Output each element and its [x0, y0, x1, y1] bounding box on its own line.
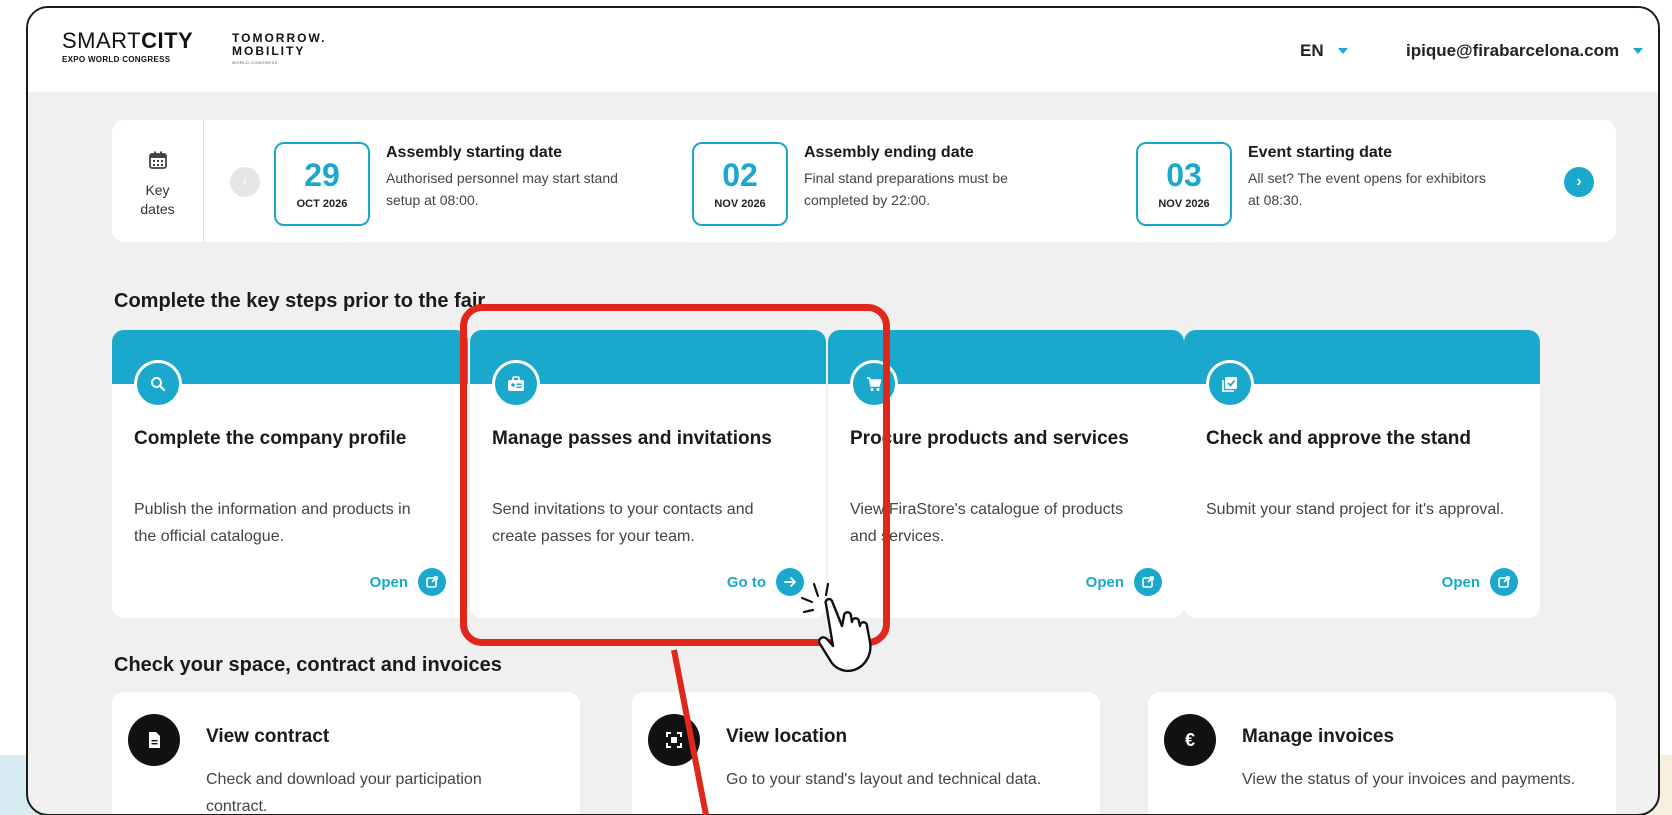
badge-icon: [492, 360, 540, 408]
manage-invoices-card[interactable]: € Manage invoices View the status of you…: [1148, 692, 1616, 814]
top-header: SMARTCITY EXPO WORLD CONGRESS TOMORROW. …: [28, 8, 1658, 92]
action-label: Go to: [726, 573, 766, 591]
user-menu[interactable]: ipique@firabarcelona.com: [1406, 41, 1644, 61]
chevron-right-icon: ›: [1576, 173, 1582, 190]
logo2-subtitle: WORLD CONGRESS: [232, 60, 278, 65]
space-card-description: Check and download your participation co…: [206, 771, 482, 815]
space-card-title: View contract: [206, 726, 330, 747]
date-badge: 03 NOV 2026: [1136, 142, 1232, 226]
card-title: Manage passes and invitations: [492, 428, 772, 449]
space-card-title: View location: [726, 726, 848, 747]
date-title: Assembly starting date: [386, 144, 563, 161]
chevron-left-icon: ‹: [242, 173, 248, 190]
key-date-item: 02 NOV 2026 Assembly ending date Final s…: [692, 142, 1072, 226]
view-contract-card[interactable]: View contract Check and download your pa…: [112, 692, 580, 815]
cart-icon: [850, 360, 898, 408]
date-day: 29: [304, 157, 340, 193]
open-button[interactable]: Open: [370, 568, 446, 596]
action-label: Open: [1085, 573, 1124, 591]
key-dates-label: Key dates: [112, 120, 204, 242]
logo2-line2: MOBILITY: [232, 44, 306, 58]
date-title: Event starting date: [1248, 144, 1393, 161]
step-card-company-profile[interactable]: Complete the company profile Publish the…: [112, 330, 468, 618]
key-dates-carousel: Key dates ‹ 29 OCT 2026 Assembly startin…: [112, 120, 1616, 242]
open-button[interactable]: Open: [1442, 568, 1518, 596]
checklist-icon: [1206, 360, 1254, 408]
date-description: Authorised personnel may start stand set…: [386, 170, 618, 208]
carousel-prev-button[interactable]: ‹: [230, 167, 260, 197]
document-icon: [128, 714, 180, 766]
key-dates-label-line1: Key: [145, 182, 170, 198]
language-selector[interactable]: EN: [1300, 41, 1348, 61]
open-button[interactable]: Open: [1086, 568, 1162, 596]
steps-heading: Complete the key steps prior to the fair: [114, 290, 486, 312]
view-location-card[interactable]: View location Go to your stand's layout …: [632, 692, 1100, 814]
card-title: Procure products and services: [850, 428, 1129, 449]
date-title: Assembly ending date: [804, 144, 974, 161]
carousel-next-button[interactable]: ›: [1564, 167, 1594, 197]
action-label: Open: [369, 573, 408, 591]
card-description: Publish the information and products in …: [134, 501, 411, 545]
card-title: Complete the company profile: [134, 428, 407, 449]
step-card-approve-stand[interactable]: Check and approve the stand Submit your …: [1184, 330, 1540, 618]
date-day: 03: [1166, 157, 1202, 193]
language-label: EN: [1300, 41, 1324, 60]
chevron-down-icon: [1337, 48, 1348, 54]
go-to-button[interactable]: Go to: [727, 568, 804, 596]
external-link-icon: [418, 568, 446, 596]
key-dates-label-line2: dates: [140, 201, 175, 217]
date-month: OCT 2026: [296, 198, 348, 210]
arrow-right-icon: [776, 568, 804, 596]
card-description: View FiraStore's catalogue of products a…: [850, 501, 1124, 545]
logo-text-bold: CITY: [141, 28, 194, 53]
date-month: NOV 2026: [1158, 198, 1210, 210]
external-link-icon: [1134, 568, 1162, 596]
user-email: ipique@firabarcelona.com: [1406, 41, 1620, 60]
date-description: All set? The event opens for exhibitors …: [1248, 170, 1486, 208]
external-link-icon: [1490, 568, 1518, 596]
search-icon: [134, 360, 182, 408]
space-card-title: Manage invoices: [1242, 726, 1395, 747]
date-badge: 29 OCT 2026: [274, 142, 370, 226]
location-frame-icon: [648, 714, 700, 766]
key-date-item: 29 OCT 2026 Assembly starting date Autho…: [274, 142, 654, 226]
space-heading: Check your space, contract and invoices: [114, 654, 502, 676]
euro-icon: €: [1164, 714, 1216, 766]
logo-subtitle: EXPO WORLD CONGRESS: [62, 55, 171, 64]
step-card-passes-invitations[interactable]: Manage passes and invitations Send invit…: [470, 330, 826, 618]
space-card-description: Go to your stand's layout and technical …: [726, 771, 1042, 788]
key-date-item: 03 NOV 2026 Event starting date All set?…: [1136, 142, 1516, 226]
date-badge: 02 NOV 2026: [692, 142, 788, 226]
calendar-icon: [148, 151, 167, 169]
card-description: Submit your stand project for it's appro…: [1206, 501, 1505, 518]
date-month: NOV 2026: [714, 198, 766, 210]
step-card-products-services[interactable]: Procure products and services View FiraS…: [828, 330, 1184, 618]
tomorrow-mobility-logo[interactable]: TOMORROW. MOBILITY WORLD CONGRESS: [232, 32, 326, 66]
card-description: Send invitations to your contacts and cr…: [492, 501, 754, 545]
date-description: Final stand preparations must be complet…: [804, 170, 1008, 208]
logo-text-light: SMART: [62, 28, 142, 53]
chevron-down-icon: [1633, 48, 1644, 54]
action-label: Open: [1441, 573, 1480, 591]
smartcity-logo[interactable]: SMARTCITY EXPO WORLD CONGRESS: [62, 28, 194, 65]
card-title: Check and approve the stand: [1206, 428, 1472, 449]
date-day: 02: [722, 157, 758, 193]
app-window: SMARTCITY EXPO WORLD CONGRESS TOMORROW. …: [26, 6, 1660, 815]
space-card-description: View the status of your invoices and pay…: [1242, 771, 1576, 788]
